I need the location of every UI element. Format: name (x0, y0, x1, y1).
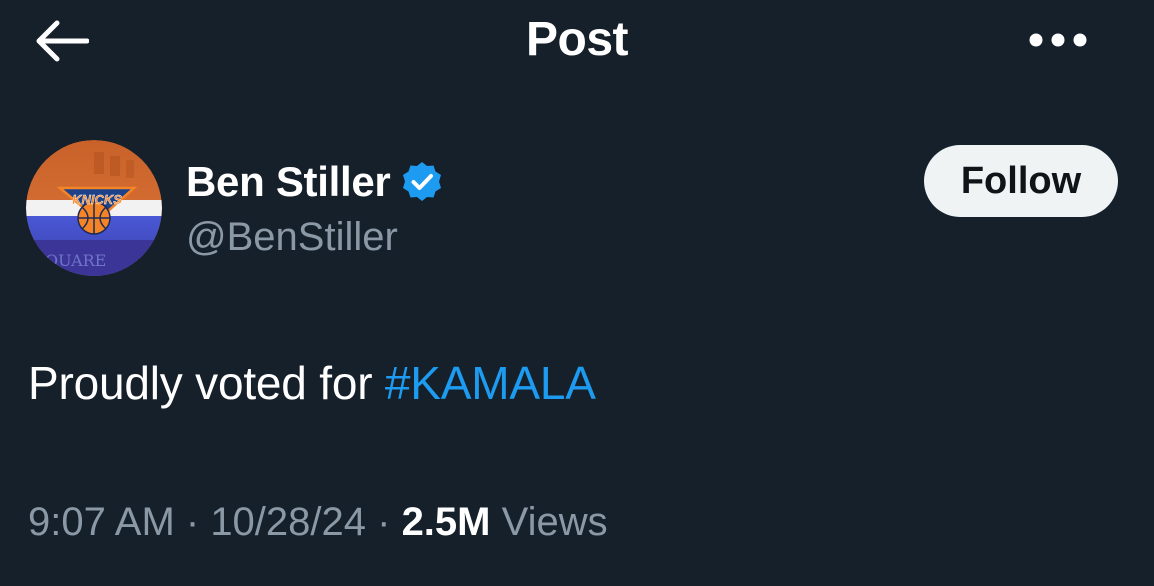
more-horizontal-icon (1029, 33, 1087, 47)
tweet-date[interactable]: 10/28/24 (210, 500, 366, 544)
meta-separator: · (366, 500, 402, 544)
meta-separator: · (174, 500, 211, 544)
views-count[interactable]: 2.5M (402, 500, 491, 544)
tweet-meta: 9:07 AM · 10/28/24 · 2.5M Views (28, 494, 608, 550)
page-title: Post (525, 13, 629, 66)
post-screen: Post SQUARE KNICKS Ben Stiller @BenStill… (0, 0, 1154, 586)
author-name-row: Ben Stiller (186, 152, 444, 212)
author-handle[interactable]: @BenStiller (186, 210, 398, 264)
tweet-text: Proudly voted for #KAMALA (28, 352, 596, 414)
tweet-time[interactable]: 9:07 AM (28, 500, 175, 544)
views-label: Views (490, 500, 608, 544)
follow-button[interactable]: Follow (924, 145, 1118, 217)
avatar[interactable]: SQUARE KNICKS (26, 140, 162, 276)
more-options-button[interactable] (1018, 18, 1098, 62)
tweet-body: Proudly voted for (28, 357, 385, 409)
verified-badge-icon (403, 162, 442, 201)
avatar-text: SQUARE (34, 251, 106, 270)
hashtag-link[interactable]: #KAMALA (385, 357, 596, 409)
knicks-logo-avatar: SQUARE KNICKS (26, 140, 162, 276)
svg-text:KNICKS: KNICKS (72, 192, 122, 207)
author-name[interactable]: Ben Stiller (186, 152, 391, 212)
